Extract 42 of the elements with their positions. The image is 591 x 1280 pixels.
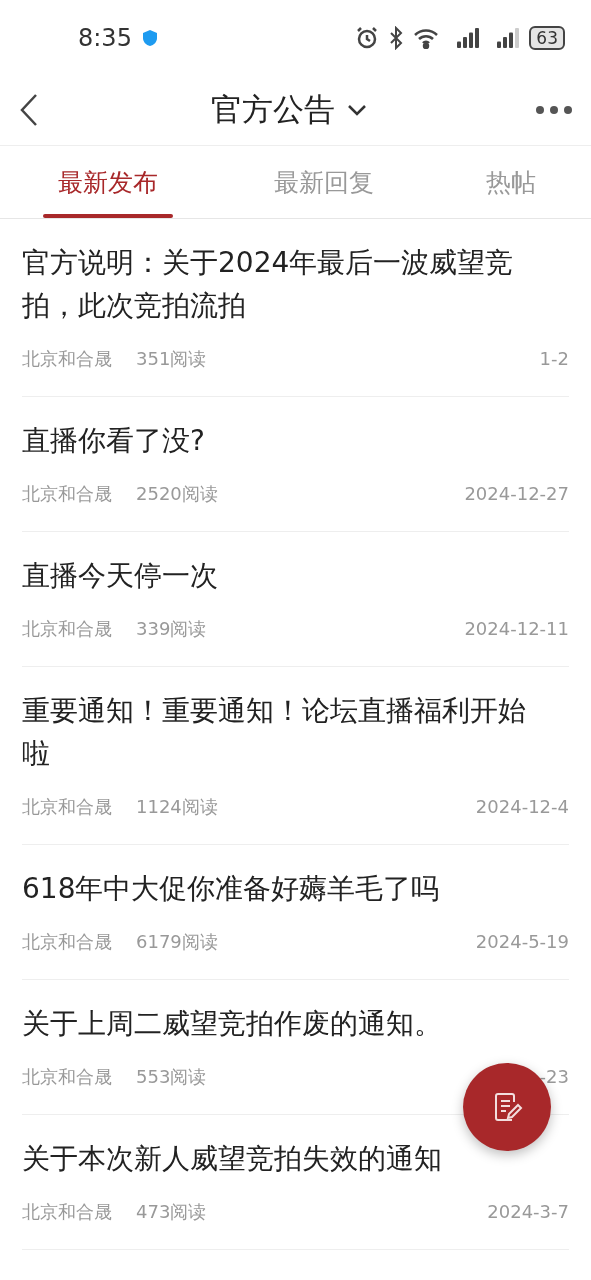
post-item[interactable]: 618年中大促你准备好薅羊毛了吗 北京和合晟 6179阅读 2024-5-19 [22,845,569,980]
status-time: 8:35 [78,23,132,52]
post-date: 2024-5-19 [475,930,569,954]
post-date: 1-2 [539,347,569,371]
post-author: 北京和合晟 [22,795,112,819]
read-count: 2520阅读 [136,482,218,506]
post-item[interactable]: 官方说明：关于2024年最后一波威望竞拍，此次竞拍流拍 北京和合晟 351阅读 1-2 [22,219,569,397]
read-count: 6179阅读 [136,930,218,954]
tab[interactable]: 最新发布 [0,146,216,218]
post-author: 北京和合晟 [22,482,112,506]
post-item[interactable]: 直播今天停一次 北京和合晟 339阅读 2024-12-11 [22,532,569,667]
post-title: 直播今天停一次 [22,558,219,594]
post-date: 2024-12-4 [475,795,569,819]
post-date: 2024-3-7 [487,1200,569,1224]
post-author: 北京和合晟 [22,1065,112,1089]
post-item[interactable]: 重要通知！重要通知！论坛直播福利开始啦 北京和合晟 1124阅读 2024-12-4 [22,667,569,845]
post-title: 重要通知！重要通知！论坛直播福利开始啦 [22,693,527,772]
post-title: 关于上周二威望竞拍作废的通知。 [22,1006,443,1042]
post-date: 2024-12-11 [464,617,569,641]
post-title: 618年中大促你准备好薅羊毛了吗 [22,871,441,907]
battery-level: 63 [529,25,565,50]
read-count: 339阅读 [136,617,207,641]
post-author: 北京和合晟 [22,930,112,954]
read-count: 553阅读 [136,1065,207,1089]
shield-icon [141,28,158,47]
post-title: 直播你看了没? [22,423,206,459]
post-title: 关于本次新人威望竞拍失效的通知 [22,1141,443,1177]
post-date: -23 [539,1065,569,1089]
post-author: 北京和合晟 [22,617,112,641]
read-count: 351阅读 [136,347,207,371]
post-item[interactable]: 直播你看了没? 北京和合晟 2520阅读 2024-12-27 [22,397,569,532]
wifi-icon [413,26,440,49]
post-author: 北京和合晟 [22,1200,112,1224]
post-author: 北京和合晟 [22,347,112,371]
page-title: 官方公告 [210,90,335,129]
read-count: 1124阅读 [136,795,218,819]
bluetooth-icon [389,25,404,50]
read-count: 473阅读 [136,1200,207,1224]
post-title: 官方说明：关于2024年最后一波威望竞拍，此次竞拍流拍 [22,245,515,324]
post-date: 2024-12-27 [464,482,569,506]
more-icon[interactable] [535,105,573,115]
caret-icon[interactable] [346,104,367,116]
